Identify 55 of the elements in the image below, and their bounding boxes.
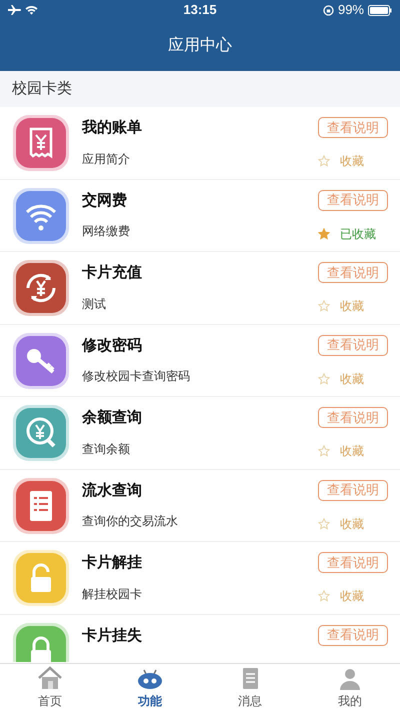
app-title: 卡片挂失 <box>82 626 143 646</box>
app-title: 我的账单 <box>82 118 143 138</box>
wifi-icon[interactable] <box>12 186 70 244</box>
app-title: 卡片充值 <box>82 263 143 283</box>
star-icon <box>318 590 330 602</box>
favorite-toggle[interactable]: 已收藏 <box>318 224 388 242</box>
app-description: 测试 <box>82 296 107 312</box>
receipt-icon[interactable] <box>12 114 70 172</box>
yen-cycle-icon[interactable] <box>12 259 70 317</box>
status-time: 13:15 <box>183 1 217 20</box>
app-description: 解挂校园卡 <box>82 586 143 602</box>
tab-item[interactable]: 消息 <box>200 664 300 711</box>
app-title: 余额查询 <box>82 408 143 428</box>
tab-item[interactable]: 首页 <box>0 664 100 711</box>
tab-item[interactable]: 我的 <box>300 664 400 711</box>
app-title: 流水查询 <box>82 480 143 500</box>
airplane-icon <box>8 5 21 15</box>
app-description: 查询你的交易流水 <box>82 513 179 530</box>
view-info-button[interactable]: 查看说明 <box>318 407 388 428</box>
favorite-toggle[interactable]: 收藏 <box>318 587 388 605</box>
app-description: 网络缴费 <box>82 223 131 240</box>
battery-percent: 99% <box>338 1 364 20</box>
tab-item[interactable]: 功能 <box>100 664 200 711</box>
star-icon <box>318 155 330 167</box>
favorite-toggle[interactable]: 收藏 <box>318 370 388 388</box>
key-icon[interactable] <box>12 332 70 390</box>
star-icon <box>318 518 330 530</box>
view-info-button[interactable]: 查看说明 <box>318 262 388 283</box>
view-info-button[interactable]: 查看说明 <box>318 117 388 138</box>
favorite-toggle[interactable]: 收藏 <box>318 514 388 532</box>
battery-icon <box>368 4 392 16</box>
view-info-button[interactable]: 查看说明 <box>318 190 388 210</box>
app-title: 交网费 <box>82 190 128 210</box>
page-title: 应用中心 <box>168 36 232 56</box>
app-description: 查询余额 <box>82 440 131 458</box>
view-info-button[interactable]: 查看说明 <box>318 334 388 356</box>
view-info-button[interactable]: 查看说明 <box>318 624 388 646</box>
star-icon <box>318 372 330 384</box>
yen-search-icon[interactable] <box>12 404 70 462</box>
view-info-button[interactable]: 查看说明 <box>318 552 388 573</box>
wifi-icon <box>25 5 38 15</box>
view-info-button[interactable]: 查看说明 <box>318 480 388 500</box>
favorite-toggle[interactable]: 收藏 <box>318 442 388 460</box>
section-title: 校园卡类 <box>12 78 72 99</box>
app-description: 修改校园卡查询密码 <box>82 368 191 385</box>
app-title: 卡片解挂 <box>82 553 143 573</box>
star-icon <box>318 300 330 312</box>
rotation-lock-icon <box>322 4 334 16</box>
app-description: 应用简介 <box>82 150 131 168</box>
favorite-toggle[interactable]: 收藏 <box>318 297 388 315</box>
app-title: 修改密码 <box>82 336 143 356</box>
star-icon <box>318 228 330 240</box>
document-list-icon[interactable] <box>12 476 70 534</box>
star-icon <box>318 445 330 457</box>
favorite-toggle[interactable]: 收藏 <box>318 152 388 170</box>
